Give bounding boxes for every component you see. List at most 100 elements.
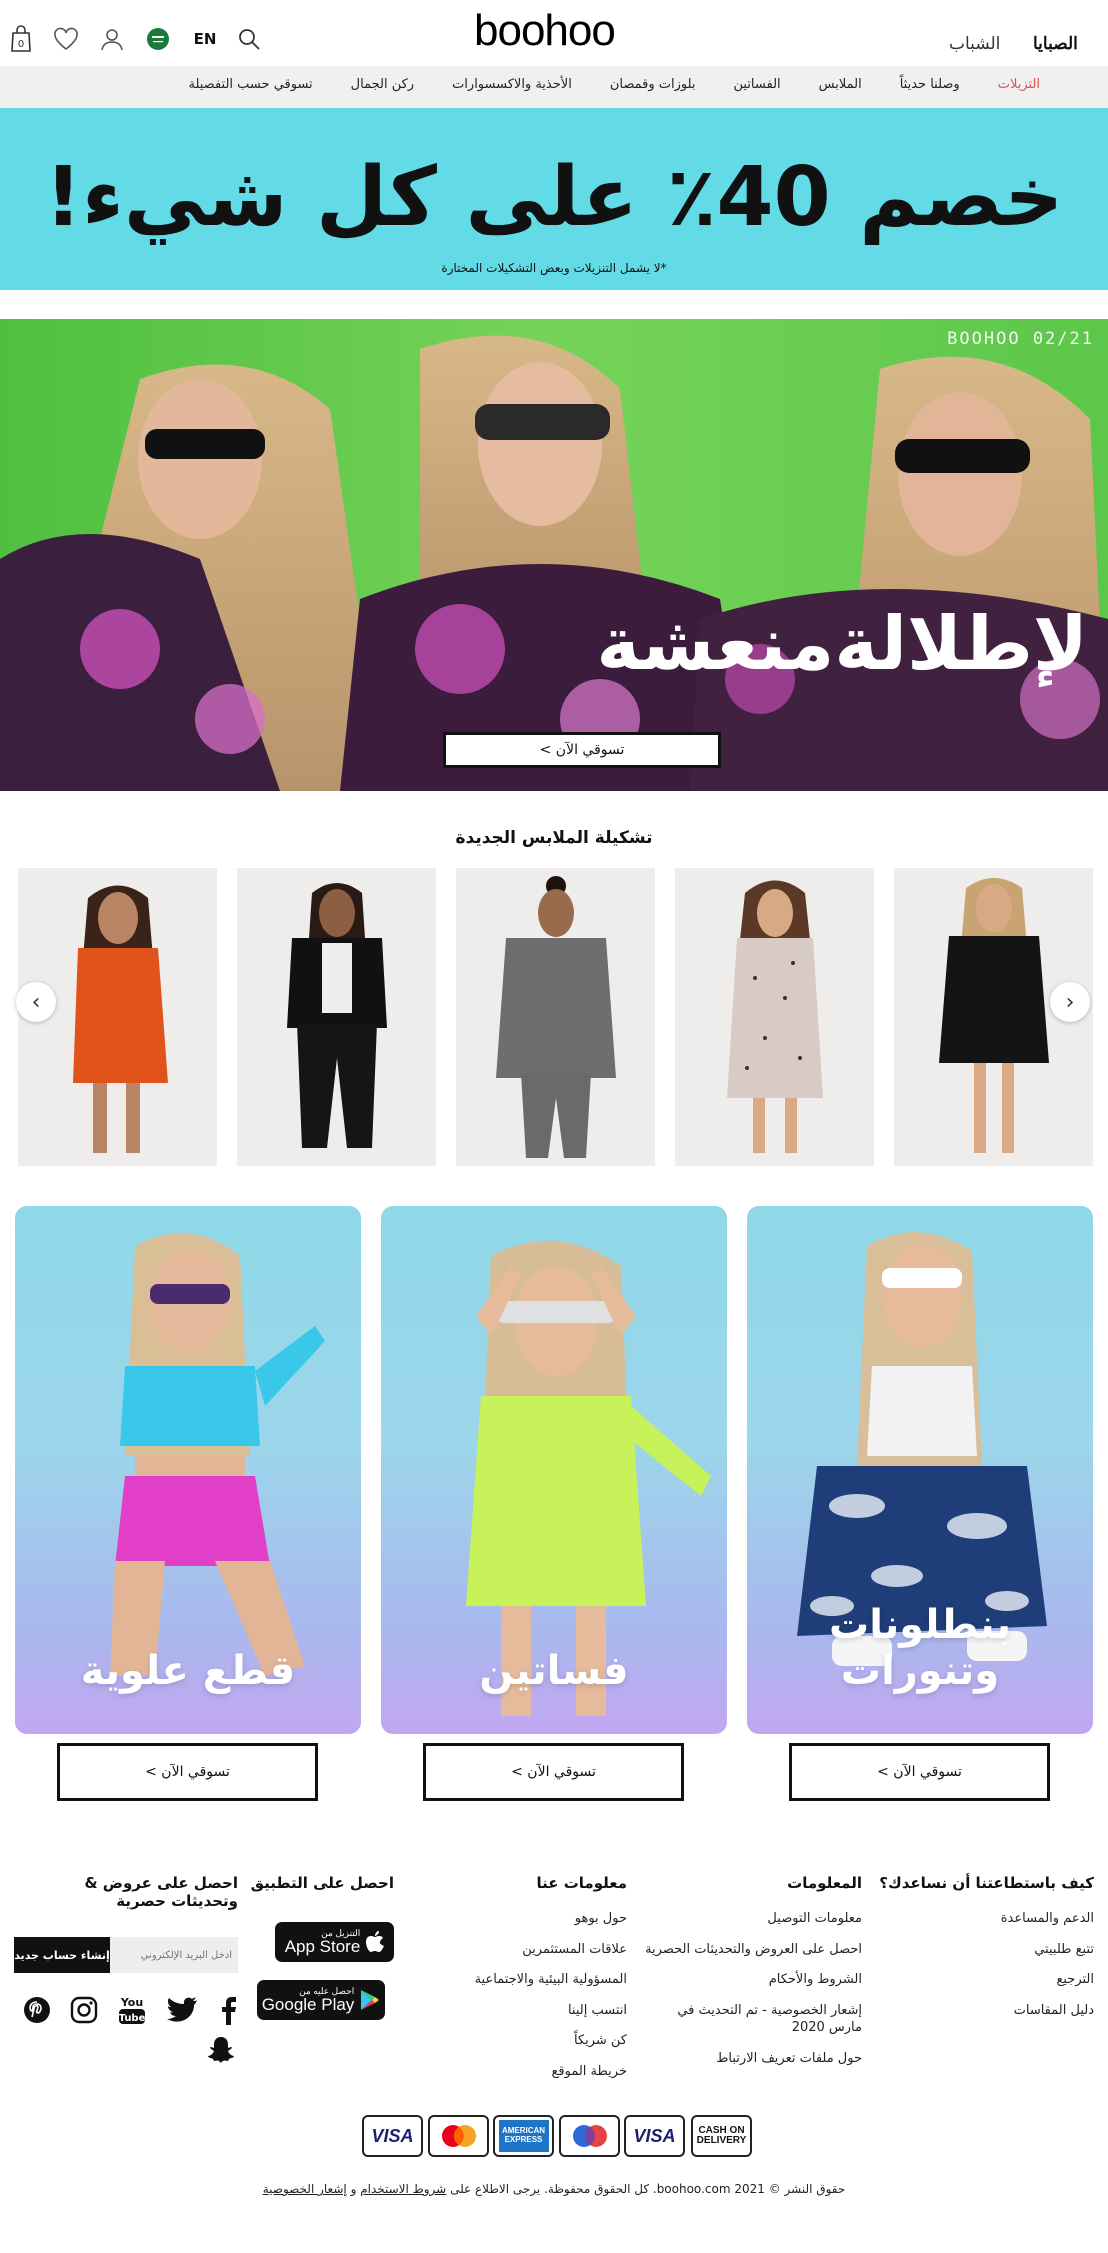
- category-new-in[interactable]: وصلنا حديثاً: [900, 77, 960, 92]
- footer-info-column: المعلومات معلومات التوصيل احصل على العرو…: [642, 1874, 862, 2080]
- hero-banner[interactable]: BOOHOO 02/21 لإطلالةمنعشة تسوقي الآن >: [0, 319, 1108, 791]
- category-card-dresses[interactable]: فساتين: [381, 1206, 727, 1734]
- nav-women[interactable]: الصبايا: [1033, 34, 1078, 54]
- product-card[interactable]: [456, 868, 655, 1166]
- google-play-icon: [361, 1990, 380, 2010]
- hero-date-stamp: BOOHOO 02/21: [947, 329, 1094, 349]
- product-card[interactable]: [237, 868, 436, 1166]
- promo-note: *لا يشمل التنزيلات وبعض التشكيلات المختا…: [441, 261, 667, 275]
- pinterest-icon[interactable]: [22, 1995, 52, 2025]
- cart-icon[interactable]: 0: [6, 24, 36, 54]
- language-switch[interactable]: EN: [189, 24, 221, 54]
- twitter-icon[interactable]: [165, 1995, 199, 2025]
- search-icon[interactable]: [234, 24, 264, 54]
- product-card[interactable]: [675, 868, 874, 1166]
- hero-shop-now-button[interactable]: تسوقي الآن >: [443, 732, 721, 768]
- boohoo-logo[interactable]: boohoo: [474, 6, 616, 56]
- product-image: [287, 883, 387, 1148]
- product-image: [496, 876, 616, 1158]
- carousel-prev-button[interactable]: ‹: [16, 982, 56, 1022]
- google-play-badge[interactable]: احصل عليه من Google Play: [257, 1980, 385, 2020]
- footer-link[interactable]: المسؤولية البيئية والاجتماعية: [457, 1971, 627, 1989]
- footer-link[interactable]: حول بوهو: [457, 1910, 627, 1928]
- app-store-badge[interactable]: التنزيل من App Store: [275, 1922, 394, 1962]
- category-card-trousers-skirts[interactable]: بنطلونات وتنورات: [747, 1206, 1093, 1734]
- category-card-label: بنطلونات وتنورات: [829, 1602, 1011, 1694]
- saudi-flag-icon[interactable]: [143, 24, 173, 54]
- youtube-icon[interactable]: You Tube: [117, 1993, 147, 2027]
- footer-link[interactable]: الترجيع: [854, 1971, 1094, 1989]
- account-icon[interactable]: [97, 24, 127, 54]
- category-card-label: فساتين: [479, 1648, 629, 1694]
- footer-help-column: كيف باستطاعتنا أن نساعدك؟ الدعم والمساعد…: [854, 1874, 1094, 2032]
- newsletter-form: إنشاء حساب جديد: [14, 1937, 238, 1973]
- footer-link[interactable]: إشعار الخصوصية - تم التحديث في مارس 2020: [642, 2002, 862, 2037]
- footer-app-column: احصل على التطبيق: [244, 1874, 394, 1910]
- visa-icon: VISA: [624, 2115, 685, 2157]
- footer-link[interactable]: الشروط والأحكام: [642, 1971, 862, 1989]
- maestro-icon: [559, 2115, 620, 2157]
- footer-link[interactable]: علاقات المستثمرين: [457, 1941, 627, 1959]
- product-image: [727, 880, 823, 1153]
- footer-link[interactable]: احصل على العروض والتحديثات الحصرية: [642, 1941, 862, 1959]
- footer-about-column: معلومات عنا حول بوهو علاقات المستثمرين ا…: [457, 1874, 627, 2093]
- cash-on-delivery-icon: CASH ON DELIVERY: [691, 2115, 752, 2157]
- category-clothing[interactable]: الملابس: [819, 77, 862, 92]
- footer-link[interactable]: تتبع طلبيتي: [854, 1941, 1094, 1959]
- footer-about-title: معلومات عنا: [536, 1874, 628, 1892]
- chevron-right-icon: ›: [1065, 989, 1075, 1015]
- category-beauty[interactable]: ركن الجمال: [351, 77, 414, 92]
- google-play-big-text: Google Play: [261, 1995, 355, 2014]
- wishlist-heart-icon[interactable]: [51, 24, 81, 54]
- copyright-and: و: [350, 2182, 357, 2196]
- mastercard-icon: [428, 2115, 489, 2157]
- footer-newsletter-title: احصل على عروض & وتحديثات حصرية: [84, 1874, 239, 1910]
- hero-title: لإطلالةمنعشة: [596, 601, 1088, 687]
- facebook-icon[interactable]: [214, 1995, 242, 2025]
- footer-app-title: احصل على التطبيق: [250, 1874, 394, 1892]
- copyright-text: حقوق النشر © 2021 boohoo.com. كل الحقوق …: [450, 2182, 846, 2196]
- shop-dresses-button[interactable]: تسوقي الآن >: [423, 1743, 684, 1801]
- amex-icon: AMERICAN EXPRESS: [493, 2115, 554, 2157]
- promo-banner[interactable]: خصم 40٪ على كل شيء! *لا يشمل التنزيلات و…: [0, 108, 1108, 290]
- signup-button[interactable]: إنشاء حساب جديد: [14, 1937, 110, 1973]
- site-header: 0 EN boohoo الشباب الصبايا: [0, 0, 1108, 66]
- category-card-label: قطع علوية: [80, 1648, 296, 1694]
- category-tops[interactable]: بلوزات وقمصان: [610, 77, 696, 92]
- category-card-tops[interactable]: قطع علوية: [15, 1206, 361, 1734]
- category-shop-by-fit[interactable]: تسوقي حسب التفصيلة: [188, 77, 312, 92]
- apple-icon: [366, 1931, 385, 1952]
- promo-title: خصم 40٪ على كل شيء!: [44, 150, 1064, 245]
- visa-icon: VISA: [362, 2115, 423, 2157]
- cart-count: 0: [18, 39, 24, 50]
- svg-text:You: You: [120, 1996, 143, 2009]
- privacy-link[interactable]: إشعار الخصوصية: [263, 2182, 347, 2196]
- footer-link[interactable]: خريطة الموقع: [457, 2063, 627, 2081]
- instagram-icon[interactable]: [69, 1995, 99, 2025]
- footer-link[interactable]: حول ملفات تعريف الارتباط: [642, 2050, 862, 2068]
- footer-help-title: كيف باستطاعتنا أن نساعدك؟: [879, 1874, 1094, 1892]
- footer-info-title: المعلومات: [787, 1874, 862, 1892]
- shop-trousers-button[interactable]: تسوقي الآن >: [789, 1743, 1050, 1801]
- new-in-title: تشكيلة الملابس الجديدة: [455, 828, 653, 848]
- app-store-big-text: App Store: [284, 1937, 361, 1956]
- category-nav: التزيلات وصلنا حديثاً الملابس الفساتين ب…: [0, 66, 1108, 108]
- hero-image: [0, 319, 1108, 791]
- terms-link[interactable]: شروط الاستخدام: [360, 2182, 446, 2196]
- category-shoes-accessories[interactable]: الأحذية والاكسسوارات: [452, 77, 572, 92]
- nav-men[interactable]: الشباب: [949, 34, 1000, 54]
- carousel-next-button[interactable]: ›: [1050, 982, 1090, 1022]
- footer-link[interactable]: معلومات التوصيل: [642, 1910, 862, 1928]
- email-input[interactable]: [110, 1937, 238, 1973]
- footer-link[interactable]: انتسب إلينا: [457, 2002, 627, 2020]
- chevron-left-icon: ‹: [31, 989, 41, 1015]
- footer-link[interactable]: كن شريكاً: [457, 2032, 627, 2050]
- footer-newsletter-column: احصل على عروض & وتحديثات حصرية: [14, 1874, 239, 1928]
- shop-tops-button[interactable]: تسوقي الآن >: [57, 1743, 318, 1801]
- footer-link[interactable]: الدعم والمساعدة: [854, 1910, 1094, 1928]
- category-sale[interactable]: التزيلات: [998, 77, 1040, 92]
- footer-link[interactable]: دليل المقاسات: [854, 2002, 1094, 2020]
- snapchat-icon[interactable]: [206, 2034, 236, 2064]
- category-dresses[interactable]: الفساتين: [734, 77, 781, 92]
- copyright: حقوق النشر © 2021 boohoo.com. كل الحقوق …: [0, 2182, 1108, 2196]
